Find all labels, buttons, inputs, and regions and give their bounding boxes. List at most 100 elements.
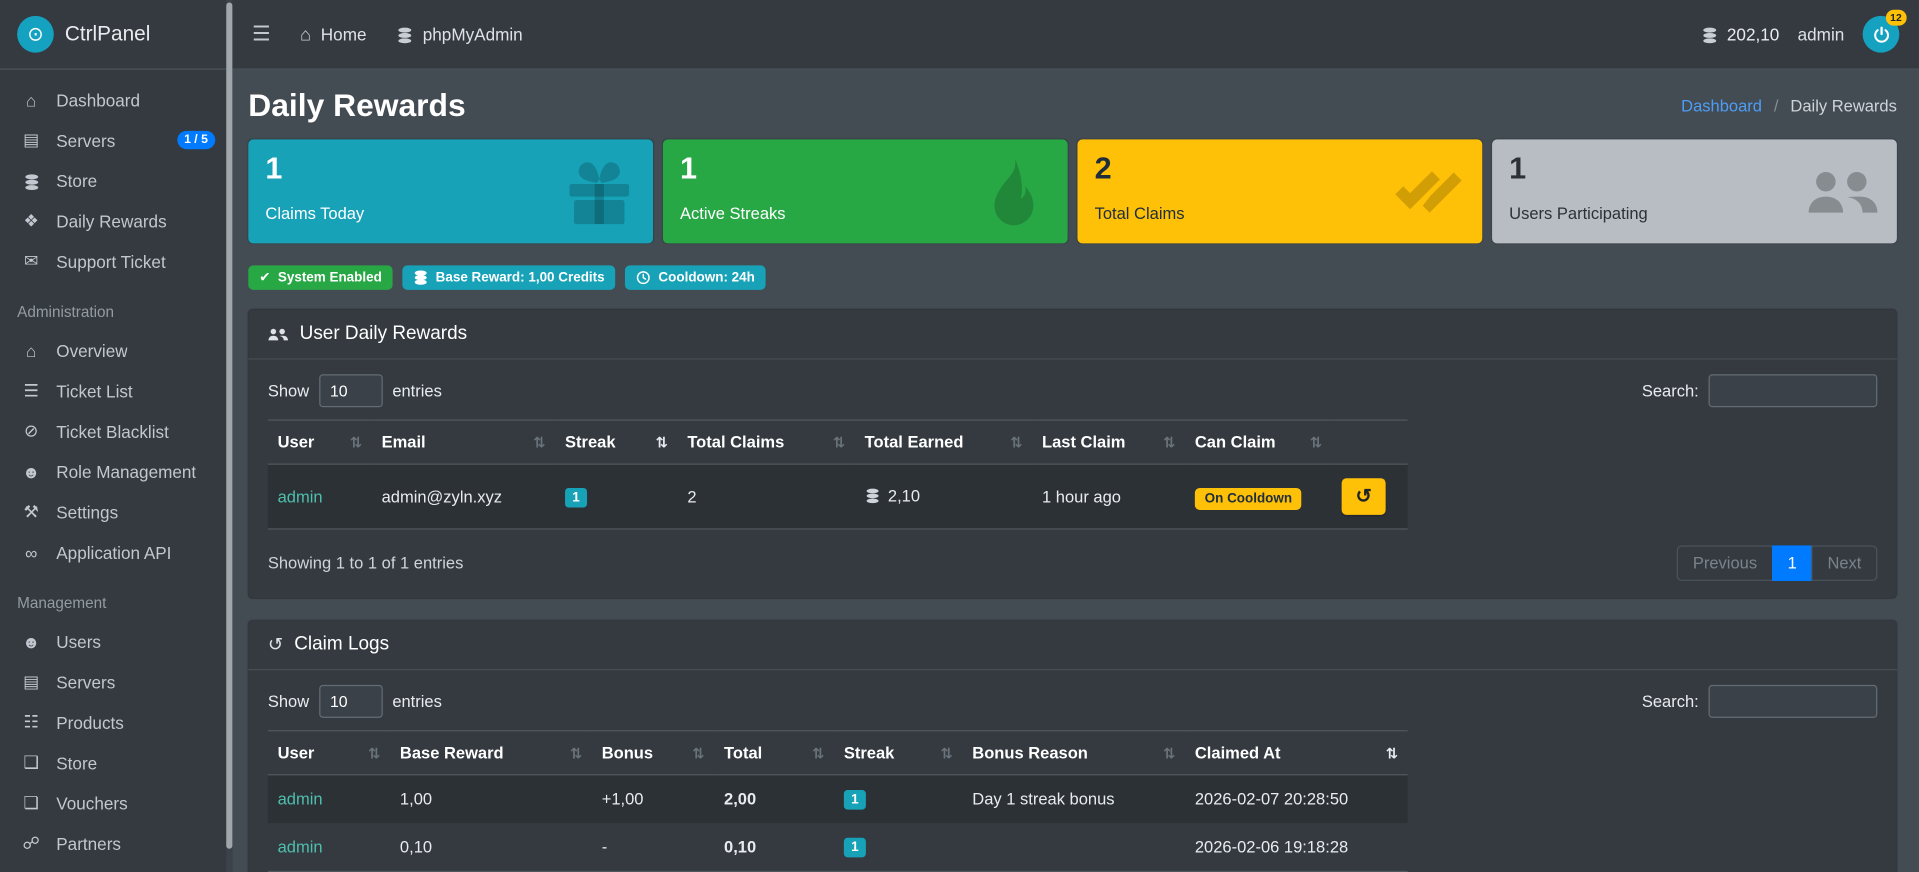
table-search: Search: xyxy=(1642,374,1878,408)
user-link[interactable]: admin xyxy=(278,838,323,856)
sidebar-item-settings[interactable]: ⚒ Settings xyxy=(0,492,232,532)
claimed-at-cell: 2026-02-06 19:18:28 xyxy=(1194,837,1349,857)
badge-label: Base Reward: 1,00 Credits xyxy=(435,270,605,285)
column-label: Last Claim xyxy=(1041,432,1126,452)
column-label: Base Reward xyxy=(399,743,504,762)
column-header-bonus-reason[interactable]: Bonus Reason ⇅ xyxy=(962,730,1186,776)
streak-badge: 1 xyxy=(843,790,866,810)
user-link[interactable]: admin xyxy=(278,790,323,808)
sort-icon: ⇅ xyxy=(1309,433,1323,451)
pagination-page-1[interactable]: 1 xyxy=(1771,545,1813,581)
user-slash-icon: ⊘ xyxy=(24,420,39,441)
panel-header: User Daily Rewards xyxy=(248,309,1897,360)
sidebar-scrollbar-thumb[interactable] xyxy=(226,2,233,849)
show-label: Show xyxy=(267,381,310,400)
sidebar-item-label: Servers xyxy=(56,130,116,150)
streak-badge: 1 xyxy=(565,487,588,507)
brand[interactable]: ⊙ CtrlPanel xyxy=(0,0,233,70)
sidebar-toggle-button[interactable]: ☰ xyxy=(252,22,271,46)
sidebar-item-role-management[interactable]: ☻ Role Management xyxy=(0,451,232,491)
page-length-control: Show entries xyxy=(268,684,442,718)
column-header-streak[interactable]: Streak ⇅ xyxy=(834,730,963,776)
sidebar-item-label: Settings xyxy=(56,502,119,522)
sidebar-item-partners[interactable]: ☍ Partners xyxy=(0,823,232,863)
column-header-streak[interactable]: Streak ⇅ xyxy=(555,419,678,465)
column-header-last-claim[interactable]: Last Claim ⇅ xyxy=(1032,419,1186,465)
database-icon xyxy=(396,24,413,45)
streak-cell: 1 xyxy=(555,464,677,529)
voucher-icon: ❏ xyxy=(23,792,39,813)
column-header-can-claim[interactable]: Can Claim ⇅ xyxy=(1185,419,1332,465)
column-header-claimed-at[interactable]: Claimed At ⇅ xyxy=(1185,730,1408,776)
sidebar: ⊙ CtrlPanel ⌂ Dashboard ▤ Servers 1 / 5 … xyxy=(0,0,233,872)
column-header-user[interactable]: User ⇅ xyxy=(267,730,391,776)
table-header-row: User ⇅ Base Reward ⇅ Bonus ⇅ Total ⇅ Streak ⇅… xyxy=(267,730,1408,776)
sidebar-item-label: Vouchers xyxy=(56,793,128,813)
column-header-bonus[interactable]: Bonus ⇅ xyxy=(591,730,715,776)
page-length-input[interactable] xyxy=(318,374,383,408)
column-header-total-earned[interactable]: Total Earned ⇅ xyxy=(854,419,1033,465)
search-input[interactable] xyxy=(1708,374,1878,408)
users-icon xyxy=(1806,155,1879,228)
breadcrumb-dashboard-link[interactable]: Dashboard xyxy=(1681,97,1762,115)
servers-count-badge: 1 / 5 xyxy=(176,130,216,150)
credits-display[interactable]: 202,10 xyxy=(1701,24,1779,45)
rewards-table: User ⇅ Email ⇅ Streak ⇅ Total Claims ⇅ Total… xyxy=(267,419,1408,529)
user-gear-icon: ☻ xyxy=(22,461,41,482)
status-badges: ✔ System Enabled Base Reward: 1,00 Credi… xyxy=(248,265,1897,290)
users-icon: ☻ xyxy=(22,631,41,652)
sidebar-item-store[interactable]: Store xyxy=(0,160,232,200)
coins-icon xyxy=(17,170,45,190)
pagination-next[interactable]: Next xyxy=(1811,545,1878,581)
page-length-input[interactable] xyxy=(318,684,383,718)
column-header-total-claims[interactable]: Total Claims ⇅ xyxy=(677,419,855,465)
claim-logs-panel: ↺ Claim Logs Show entries Search: xyxy=(248,620,1897,872)
column-header-base-reward[interactable]: Base Reward ⇅ xyxy=(390,730,592,776)
sidebar-item-vouchers[interactable]: ❏ Vouchers xyxy=(0,783,232,823)
sidebar-item-support-ticket[interactable]: ✉ Support Ticket xyxy=(0,241,232,281)
stat-card-users-participating: 1 Users Participating xyxy=(1492,139,1897,244)
sidebar-item-dashboard[interactable]: ⌂ Dashboard xyxy=(0,79,232,119)
sidebar-item-users[interactable]: ☻ Users xyxy=(0,621,232,661)
list-icon: ☰ xyxy=(23,380,39,400)
total-earned-value: 2,10 xyxy=(887,486,921,505)
topbar-right: 202,10 admin 12 xyxy=(1701,9,1907,53)
topnav-phpmyadmin-link[interactable]: phpMyAdmin xyxy=(396,24,523,45)
sidebar-item-store-management[interactable]: ❑ Store xyxy=(0,742,232,782)
sidebar-item-overview[interactable]: ⌂ Overview xyxy=(0,330,232,370)
panel-body: Show entries Search: xyxy=(248,360,1897,598)
search-input[interactable] xyxy=(1708,684,1878,718)
sort-icon: ⇅ xyxy=(811,744,825,762)
sidebar-item-products[interactable]: ☷ Products xyxy=(0,702,232,742)
column-header-user[interactable]: User ⇅ xyxy=(267,419,372,465)
sidebar-item-label: Support Ticket xyxy=(56,251,166,271)
stat-card-total-claims: 2 Total Claims xyxy=(1077,139,1483,244)
user-menu-button[interactable]: 12 xyxy=(1862,9,1907,53)
column-header-total[interactable]: Total ⇅ xyxy=(714,730,835,776)
sidebar-item-label: Ticket List xyxy=(56,380,133,401)
topnav-home-link[interactable]: ⌂ Home xyxy=(300,24,367,45)
sort-icon: ⇅ xyxy=(1162,744,1176,762)
sidebar-item-application-api[interactable]: ∞ Application API xyxy=(0,532,232,572)
column-header-email[interactable]: Email ⇅ xyxy=(371,419,556,465)
app-root: ⊙ CtrlPanel ⌂ Dashboard ▤ Servers 1 / 5 … xyxy=(0,0,1919,872)
sidebar-item-daily-rewards[interactable]: ❖ Daily Rewards xyxy=(0,201,232,241)
sidebar-item-label: Store xyxy=(56,170,98,191)
topnav-home-label: Home xyxy=(320,24,367,45)
breadcrumb-separator: / xyxy=(1773,96,1779,115)
pagination-previous[interactable]: Previous xyxy=(1676,545,1774,581)
user-cell: admin xyxy=(268,464,372,529)
handshake-icon: ☍ xyxy=(22,832,40,853)
sidebar-section-management: Management xyxy=(17,594,107,612)
username[interactable]: admin xyxy=(1798,24,1845,44)
reset-cooldown-button[interactable]: ↺ xyxy=(1341,478,1386,515)
sidebar-scrollbar[interactable] xyxy=(226,0,233,872)
pagination: Previous 1 Next xyxy=(1676,545,1878,581)
sidebar-item-ticket-blacklist[interactable]: ⊘ Ticket Blacklist xyxy=(0,411,232,451)
sidebar-item-servers-management[interactable]: ▤ Servers xyxy=(0,662,232,702)
sidebar-item-servers[interactable]: ▤ Servers 1 / 5 xyxy=(0,120,232,160)
sidebar-item-ticket-list[interactable]: ☰ Ticket List xyxy=(0,371,232,411)
history-icon: ↺ xyxy=(267,634,284,656)
badge-label: System Enabled xyxy=(277,270,382,285)
user-link[interactable]: admin xyxy=(278,487,323,505)
